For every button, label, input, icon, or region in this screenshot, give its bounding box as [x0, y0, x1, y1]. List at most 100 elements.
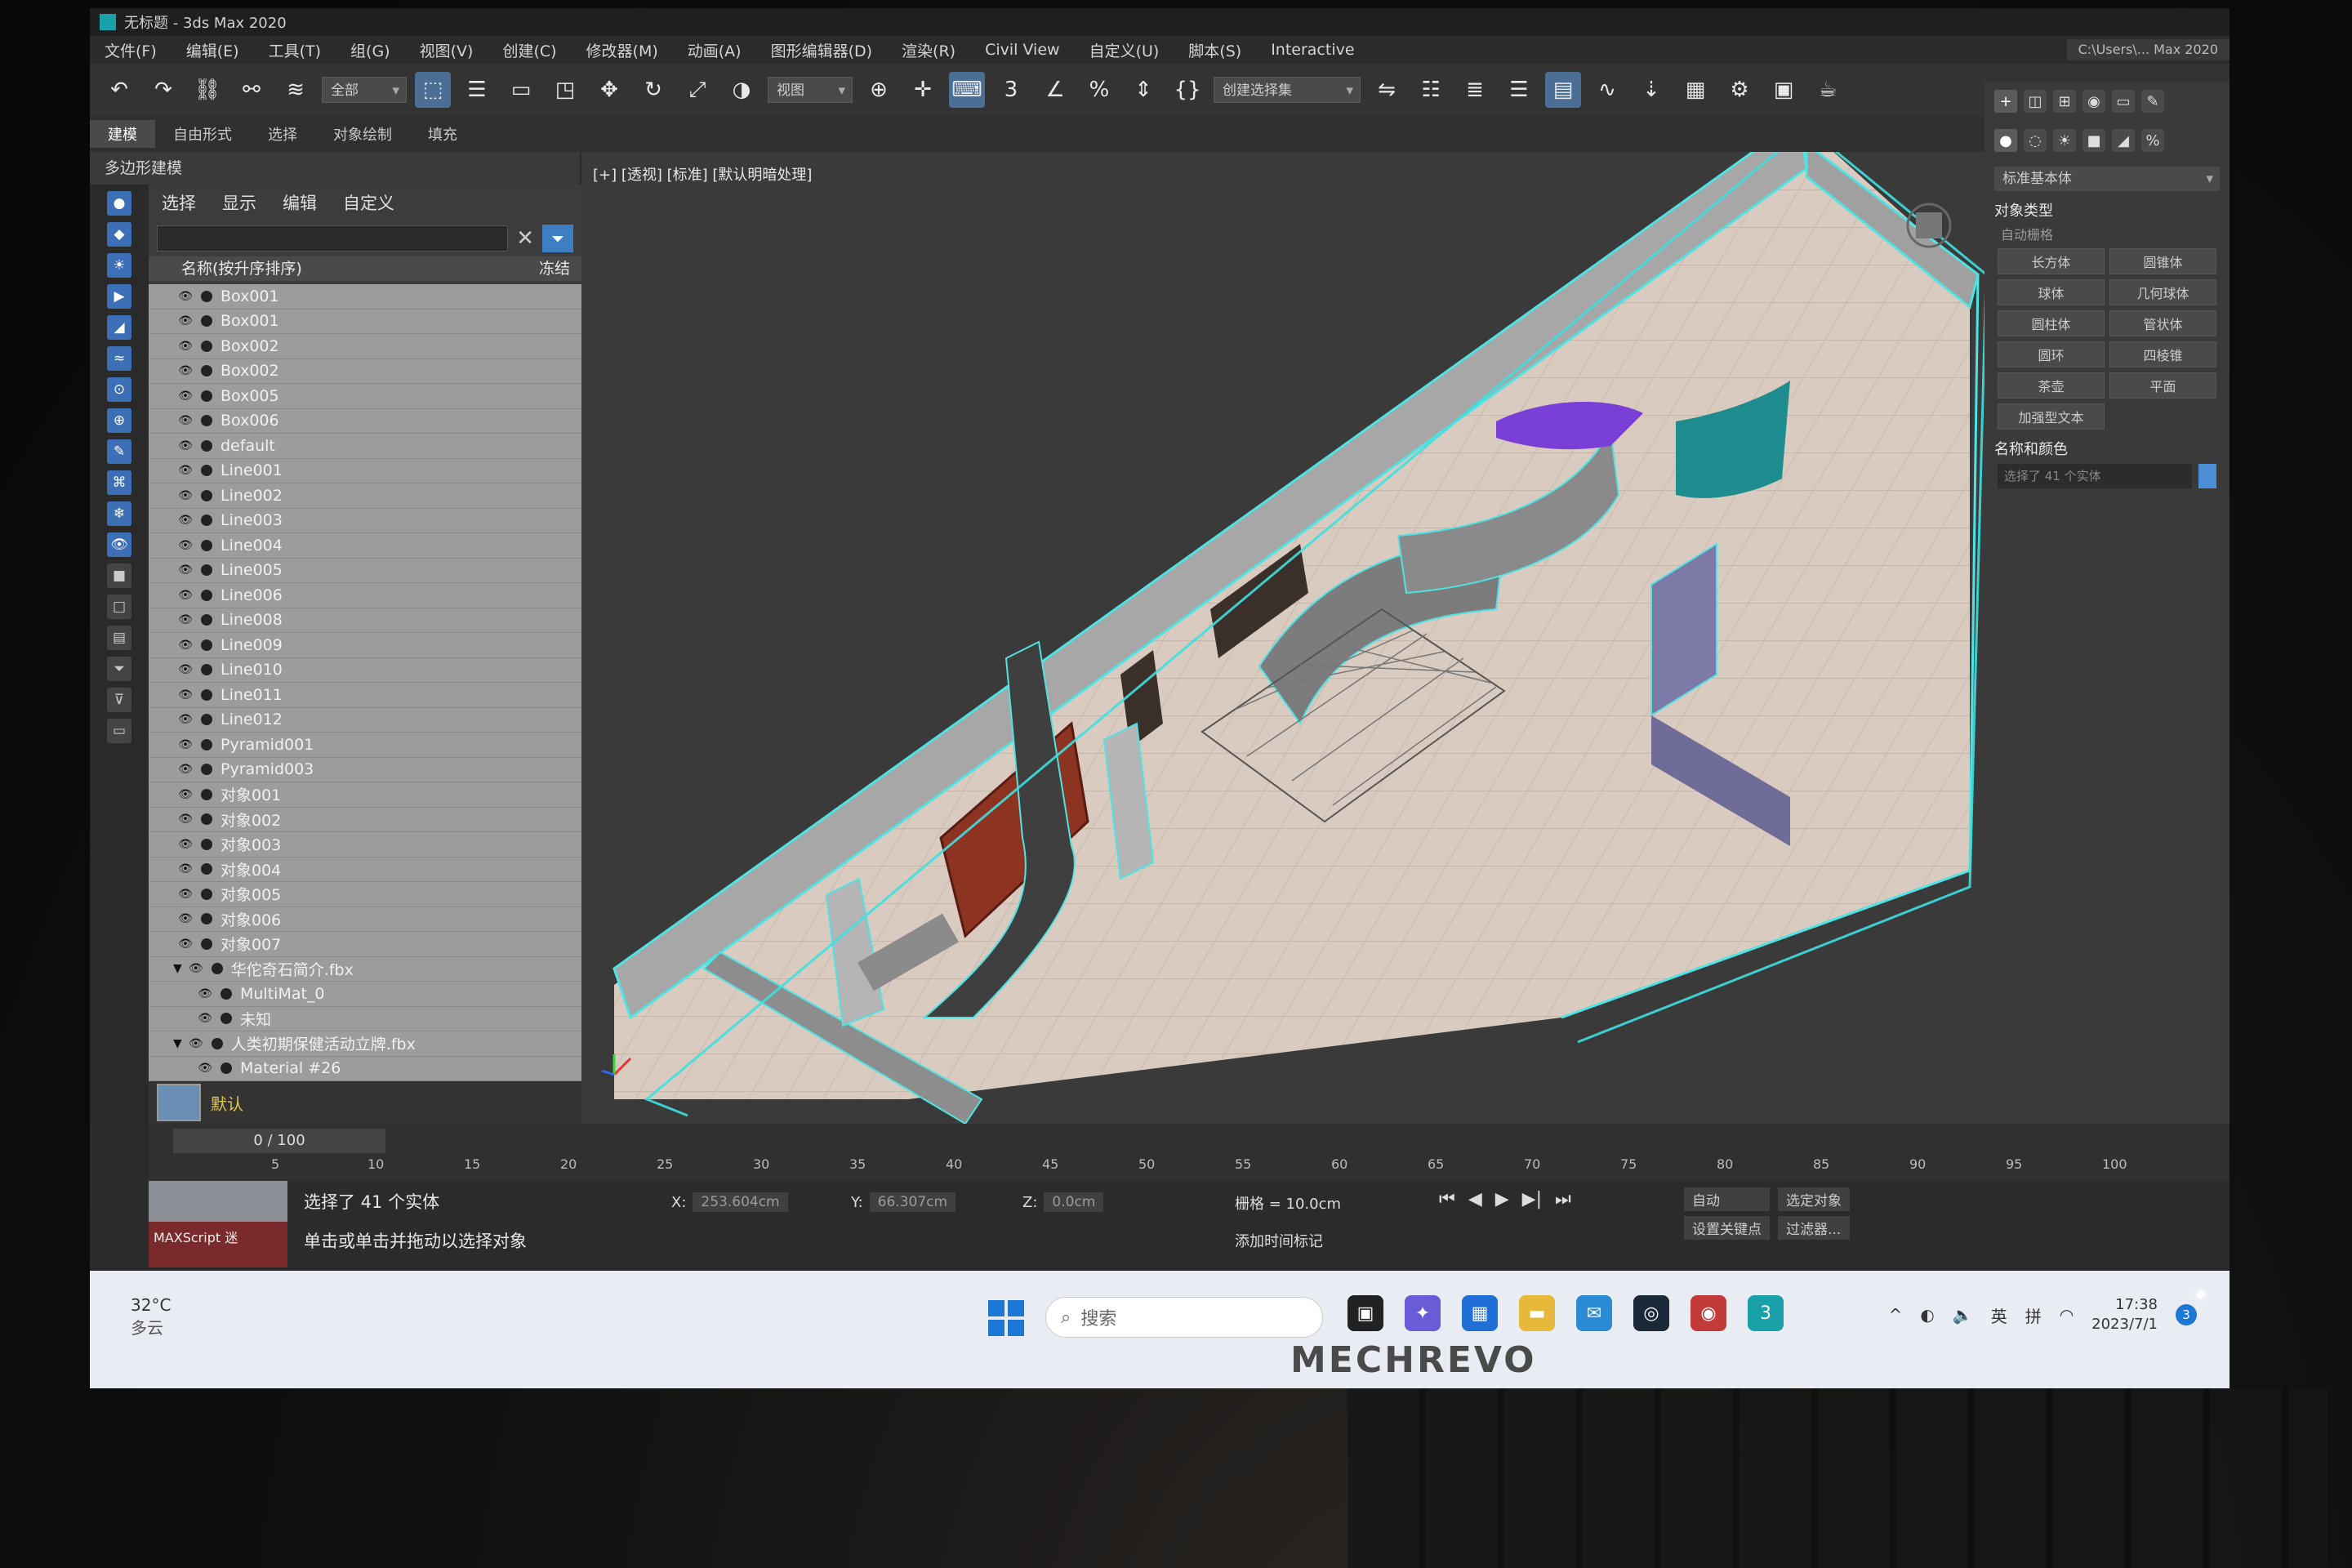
explorer-row[interactable]: 👁 Box002	[149, 334, 581, 359]
menu-item-4[interactable]: 视图(V)	[405, 39, 488, 61]
ribbon-sub-label[interactable]: 多边形建模	[90, 152, 580, 185]
layer-color-swatch[interactable]	[157, 1084, 201, 1121]
explorer-row[interactable]: 👁 Line001	[149, 458, 581, 483]
layer-explorer-icon[interactable]: ≣	[1457, 72, 1493, 108]
schematic-view-icon[interactable]: ⇣	[1633, 72, 1669, 108]
helpers-icon[interactable]: ◢	[2112, 129, 2135, 152]
freeze-dot-icon[interactable]	[201, 788, 212, 800]
visibility-eye-icon[interactable]: 👁	[176, 390, 194, 403]
filter-shapes-icon[interactable]: ◆	[107, 222, 131, 247]
undo-icon[interactable]: ↶	[101, 72, 137, 108]
tray-overflow-icon[interactable]: ^	[1889, 1305, 1903, 1325]
menu-item-8[interactable]: 图形编辑器(D)	[756, 39, 887, 61]
menu-item-3[interactable]: 组(G)	[336, 39, 405, 61]
visibility-eye-icon[interactable]: 👁	[176, 639, 194, 652]
freeze-dot-icon[interactable]	[201, 764, 212, 776]
frozen-column-header[interactable]: 冻结	[539, 256, 570, 281]
explorer-tab-select[interactable]: 选择	[149, 190, 209, 215]
visibility-eye-icon[interactable]: 👁	[196, 1012, 214, 1025]
freeze-dot-icon[interactable]	[211, 1037, 223, 1049]
taskbar-search[interactable]: ⌕ 搜索	[1045, 1297, 1323, 1338]
menu-item-12[interactable]: 脚本(S)	[1174, 39, 1256, 61]
next-frame-icon[interactable]: ▶|	[1522, 1189, 1542, 1209]
move-icon[interactable]: ✥	[591, 72, 627, 108]
freeze-dot-icon[interactable]	[201, 863, 212, 875]
geometry-icon[interactable]: ●	[1994, 129, 2017, 152]
rect-region-icon[interactable]: ▭	[503, 72, 539, 108]
visibility-eye-icon[interactable]: 👁	[176, 290, 194, 303]
freeze-dot-icon[interactable]	[201, 340, 212, 352]
weather-widget[interactable]: 32°C 多云	[131, 1295, 171, 1339]
visibility-eye-icon[interactable]: 👁	[176, 862, 194, 875]
funnel-icon[interactable]: ⏷	[107, 657, 131, 681]
explorer-row[interactable]: 👁 Line011	[149, 683, 581, 708]
go-to-end-icon[interactable]: ⏭	[1555, 1189, 1571, 1209]
filter-spacewarps-icon[interactable]: ≈	[107, 346, 131, 371]
freeze-dot-icon[interactable]	[201, 390, 212, 402]
freeze-dot-icon[interactable]	[201, 439, 212, 452]
edit-named-sel-icon[interactable]: {}	[1169, 72, 1205, 108]
explorer-row[interactable]: 👁 未知	[149, 1006, 581, 1031]
primitive-button[interactable]: 球体	[1998, 279, 2105, 305]
filter-none-icon[interactable]: □	[107, 595, 131, 619]
menu-item-7[interactable]: 动画(A)	[673, 39, 756, 61]
ribbon-tab-object-paint[interactable]: 对象绘制	[315, 120, 410, 148]
explorer-row[interactable]: 👁 Line009	[149, 633, 581, 658]
viewport-label[interactable]: [+] [透视] [标准] [默认明暗处理]	[593, 163, 812, 185]
explorer-row[interactable]: 👁 Box001	[149, 309, 581, 334]
menu-item-11[interactable]: 自定义(U)	[1075, 39, 1174, 61]
explorer-row[interactable]: 👁 Line010	[149, 657, 581, 683]
visibility-eye-icon[interactable]: 👁	[176, 539, 194, 552]
freeze-dot-icon[interactable]	[220, 987, 232, 1000]
primitive-button[interactable]: 圆柱体	[1998, 310, 2105, 336]
snap-3d-icon[interactable]: 3	[993, 72, 1029, 108]
rotate-icon[interactable]: ↻	[635, 72, 671, 108]
freeze-dot-icon[interactable]	[201, 365, 212, 377]
menu-item-0[interactable]: 文件(F)	[90, 39, 172, 61]
display-tab-icon[interactable]: ▭	[2112, 90, 2135, 113]
primitive-button[interactable]: 圆环	[1998, 341, 2105, 368]
ref-coord-dropdown[interactable]: 视图	[768, 77, 853, 104]
menu-item-13[interactable]: Interactive	[1256, 41, 1369, 59]
filter-containers-icon[interactable]: ⌘	[107, 470, 131, 495]
angle-snap-icon[interactable]: ∠	[1037, 72, 1073, 108]
visibility-eye-icon[interactable]: 👁	[176, 663, 194, 676]
freeze-dot-icon[interactable]	[201, 913, 212, 925]
explorer-row[interactable]: 👁 对象004	[149, 857, 581, 882]
align-icon[interactable]: ☷	[1413, 72, 1449, 108]
freeze-dot-icon[interactable]	[220, 1062, 232, 1075]
explorer-tab-edit[interactable]: 编辑	[270, 190, 330, 215]
notification-badge[interactable]: 3	[2176, 1304, 2197, 1325]
visibility-eye-icon[interactable]: 👁	[176, 364, 194, 377]
bind-spacewarp-icon[interactable]: ≋	[278, 72, 314, 108]
filter-hidden-icon[interactable]: 👁	[107, 532, 131, 557]
cameras-icon[interactable]: ■	[2082, 129, 2105, 152]
object-color-swatch[interactable]	[2198, 464, 2216, 488]
freeze-dot-icon[interactable]	[201, 714, 212, 726]
x-value-field[interactable]: 253.604cm	[693, 1192, 788, 1212]
curve-editor-icon[interactable]: ∿	[1589, 72, 1625, 108]
ribbon-tab-populate[interactable]: 填充	[410, 120, 475, 148]
named-selection-dropdown[interactable]: 创建选择集	[1214, 77, 1361, 104]
primitive-button[interactable]: 加强型文本	[1998, 403, 2105, 430]
freeze-dot-icon[interactable]	[220, 1013, 232, 1025]
ime-lang[interactable]: 英	[1991, 1303, 2007, 1327]
freeze-dot-icon[interactable]	[201, 465, 212, 477]
menu-item-6[interactable]: 修改器(M)	[572, 39, 673, 61]
key-filters-button[interactable]: 过滤器...	[1778, 1216, 1850, 1240]
auto-key-button[interactable]: 自动	[1684, 1187, 1770, 1211]
material-editor-icon[interactable]: ▦	[1677, 72, 1713, 108]
freeze-dot-icon[interactable]	[201, 589, 212, 601]
clear-search-icon[interactable]: ✕	[516, 226, 534, 251]
set-key-button[interactable]: 设置关键点	[1684, 1216, 1770, 1240]
filter-all-icon[interactable]: ■	[107, 564, 131, 588]
expand-icon[interactable]: ▼	[173, 962, 182, 975]
game-app-icon[interactable]: ◉	[1690, 1295, 1726, 1331]
ribbon-tab-freeform[interactable]: 自由形式	[155, 120, 250, 148]
explorer-row[interactable]: 👁 Line003	[149, 508, 581, 533]
filter-lights-icon[interactable]: ☀	[107, 253, 131, 278]
previous-frame-icon[interactable]: ◀	[1468, 1189, 1482, 1209]
object-type-section[interactable]: 对象类型	[1994, 199, 2220, 220]
freeze-dot-icon[interactable]	[201, 813, 212, 826]
keyboard-shortcut-icon[interactable]: ⌨	[949, 72, 985, 108]
